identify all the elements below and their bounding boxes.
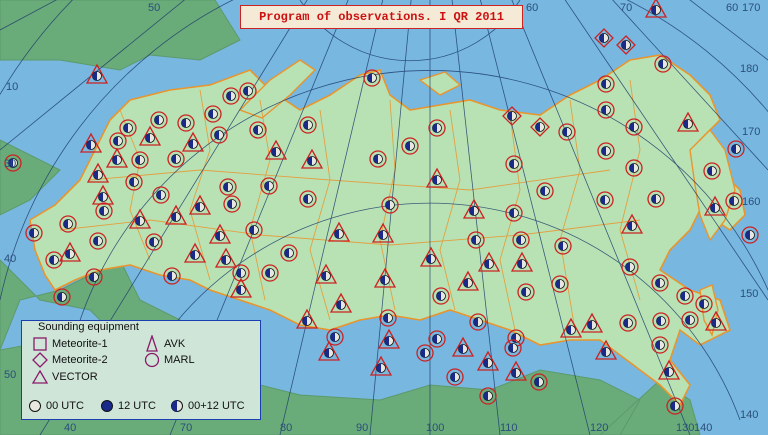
grid-label-top-4: 60 (726, 2, 738, 14)
grid-label-bottom-7: 120 (590, 422, 608, 434)
grid-label-bottom-6: 110 (500, 422, 518, 434)
legend-label-marl: MARL (164, 354, 195, 366)
grid-label-top-2: 60 (526, 2, 538, 14)
legend-item-marl: MARL (144, 352, 195, 368)
legend-item-avk: AVK (144, 335, 185, 353)
legend-label-vector: VECTOR (52, 371, 98, 383)
grid-label-right-1: 180 (740, 63, 758, 75)
legend-label-12utc: 12 UTC (118, 400, 156, 412)
legend-item-vector: VECTOR (32, 369, 98, 385)
empty-circle-icon (29, 400, 41, 412)
half-circle-icon (171, 400, 183, 412)
grid-label-top-5: 170 (742, 2, 760, 14)
grid-label-right-2: 170 (742, 126, 760, 138)
legend-label-00utc: 00 UTC (46, 400, 84, 412)
grid-label-top-1: 50 (148, 2, 160, 14)
legend-label-meteorite-2: Meteorite-2 (52, 354, 108, 366)
grid-label-right-3: 160 (742, 196, 760, 208)
grid-label-left-4: 50 (4, 369, 16, 381)
grid-label-bottom-5: 100 (426, 422, 444, 434)
legend-label-00-12utc: 00+12 UTC (188, 400, 245, 412)
map-title-box: Program of observations. I QR 2011 (240, 5, 523, 29)
legend-label-meteorite-1: Meteorite-1 (52, 338, 108, 350)
triangle-icon (32, 369, 48, 384)
map-title: Program of observations. I QR 2011 (259, 10, 504, 24)
grid-label-left-2: 30 (4, 158, 16, 170)
grid-label-left-1: 10 (6, 81, 18, 93)
legend-item-00utc: 00 UTC (28, 399, 84, 413)
diamond-icon (32, 352, 48, 368)
grid-label-bottom-9: 140 (694, 422, 712, 434)
legend-item-meteorite-2: Meteorite-2 (32, 352, 108, 368)
tall-triangle-icon (146, 335, 158, 352)
circle-icon (144, 352, 160, 368)
square-icon (33, 337, 47, 351)
grid-label-right-5: 140 (740, 409, 758, 421)
legend-item-12utc: 12 UTC (100, 399, 156, 413)
grid-label-left-3: 40 (4, 253, 16, 265)
filled-circle-icon (101, 400, 113, 412)
grid-label-right-4: 150 (740, 288, 758, 300)
legend-title: Sounding equipment (38, 321, 139, 333)
grid-label-bottom-4: 90 (356, 422, 368, 434)
legend-label-avk: AVK (164, 338, 186, 350)
grid-label-top-3: 70 (620, 2, 632, 14)
legend-item-00-12utc: 00+12 UTC (170, 399, 245, 413)
legend: Sounding equipment Meteorite-1 Meteorite… (21, 320, 261, 420)
grid-label-bottom-1: 40 (64, 422, 76, 434)
legend-item-meteorite-1: Meteorite-1 (32, 336, 108, 352)
grid-label-bottom-8: 130 (676, 422, 694, 434)
grid-label-bottom-3: 80 (280, 422, 292, 434)
grid-label-bottom-2: 70 (180, 422, 192, 434)
